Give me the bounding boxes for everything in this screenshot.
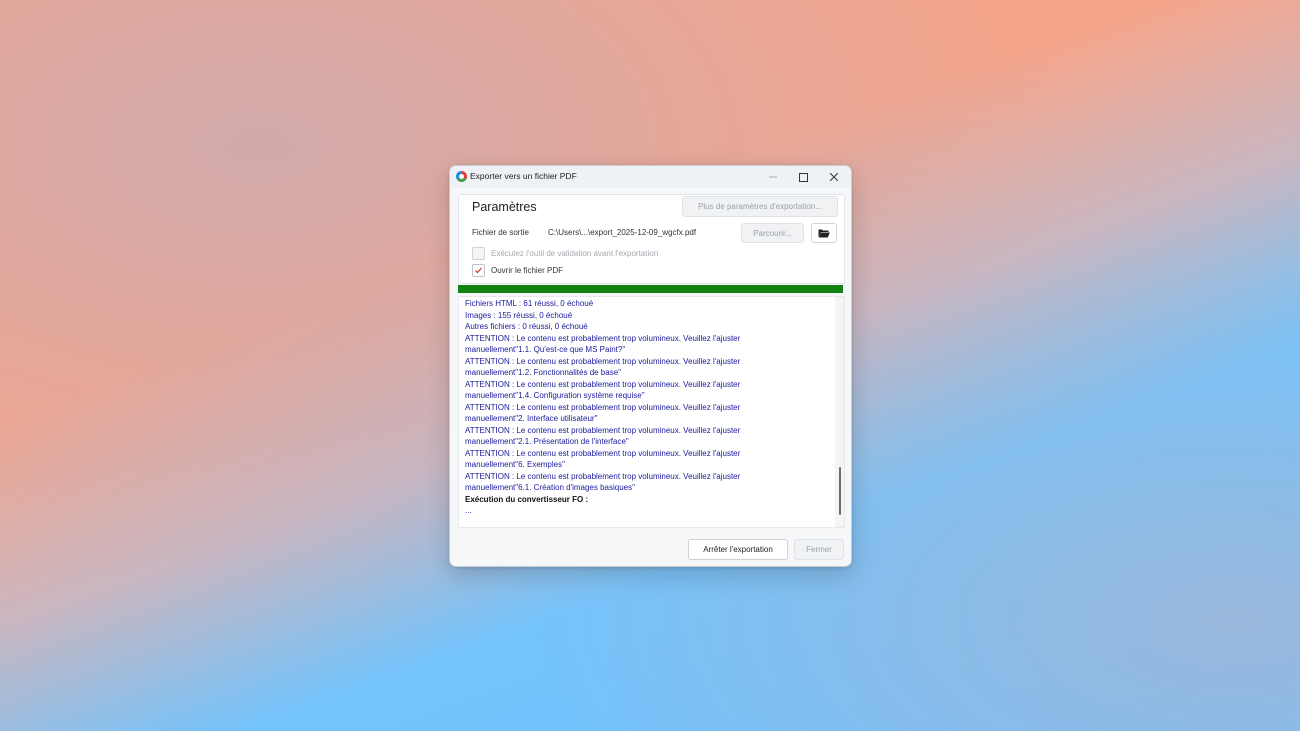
log-line: manuellement"2. Interface utilisateur"	[465, 414, 598, 423]
log-line: Images : 155 réussi, 0 échoué	[465, 310, 573, 320]
validation-checkbox-label: Exécutez l'outil de validation avant l'e…	[491, 249, 659, 258]
open-pdf-checkbox-label: Ouvrir le fichier PDF	[491, 266, 564, 275]
browse-button[interactable]: Parcourir...	[741, 223, 804, 243]
export-pdf-dialog: Exporter vers un fichier PDF Paramètres …	[449, 165, 852, 567]
log-line: ATTENTION : Le contenu est probablement …	[465, 448, 741, 458]
open-folder-button[interactable]	[811, 223, 837, 243]
log-line: manuellement"1.4. Configuration système …	[465, 391, 645, 400]
export-progress-bar	[458, 285, 843, 293]
close-window-button[interactable]	[819, 166, 849, 188]
title-bar[interactable]: Exporter vers un fichier PDF	[450, 166, 851, 188]
log-line: ATTENTION : Le contenu est probablement …	[465, 471, 741, 481]
log-line: Fichiers HTML : 61 réussi, 0 échoué	[465, 299, 594, 308]
stop-export-button[interactable]: Arrêter l'exportation	[688, 539, 788, 560]
log-line: ATTENTION : Le contenu est probablement …	[465, 379, 741, 389]
log-lines: Fichiers HTML : 61 réussi, 0 échoué Image…	[465, 298, 825, 517]
checkmark-icon	[475, 267, 482, 274]
maximize-icon	[798, 172, 808, 182]
minimize-button[interactable]	[758, 166, 788, 188]
log-scrollbar-thumb[interactable]	[839, 467, 841, 515]
validation-checkbox[interactable]	[472, 247, 485, 260]
log-line: manuellement"6. Exemples"	[465, 460, 565, 469]
log-line: manuellement"6.1. Création d'images basi…	[465, 483, 635, 492]
log-line: ...	[465, 506, 472, 515]
log-line: manuellement"1.1. Qu'est-ce que MS Paint…	[465, 345, 626, 354]
settings-panel: Paramètres Plus de paramètres d'exportat…	[458, 194, 845, 284]
close-button[interactable]: Fermer	[794, 539, 844, 560]
maximize-button[interactable]	[788, 166, 818, 188]
log-line: ATTENTION : Le contenu est probablement …	[465, 333, 741, 343]
open-pdf-checkbox[interactable]	[472, 264, 485, 277]
log-line: ATTENTION : Le contenu est probablement …	[465, 425, 741, 435]
settings-title: Paramètres	[472, 200, 537, 214]
folder-open-icon	[818, 229, 830, 238]
minimize-icon	[769, 176, 777, 178]
app-icon	[456, 171, 467, 182]
log-scrollbar[interactable]	[835, 297, 844, 527]
close-icon	[830, 173, 838, 181]
output-file-label: Fichier de sortie	[472, 228, 529, 237]
log-line: manuellement"2.1. Présentation de l'inte…	[465, 437, 629, 446]
export-log[interactable]: Fichiers HTML : 61 réussi, 0 échoué Image…	[458, 296, 845, 528]
log-line: Autres fichiers : 0 réussi, 0 échoué	[465, 322, 588, 331]
window-title: Exporter vers un fichier PDF	[470, 171, 577, 181]
output-file-path: C:\Users\...\export_2025-12-09_wgcfx.pdf	[548, 228, 697, 237]
log-line: manuellement"1.2. Fonctionnalités de bas…	[465, 368, 621, 377]
more-settings-button[interactable]: Plus de paramètres d'exportation...	[682, 196, 838, 217]
log-line: ATTENTION : Le contenu est probablement …	[465, 402, 741, 412]
log-line: Exécution du convertisseur FO :	[465, 494, 589, 504]
log-line: ATTENTION : Le contenu est probablement …	[465, 356, 741, 366]
